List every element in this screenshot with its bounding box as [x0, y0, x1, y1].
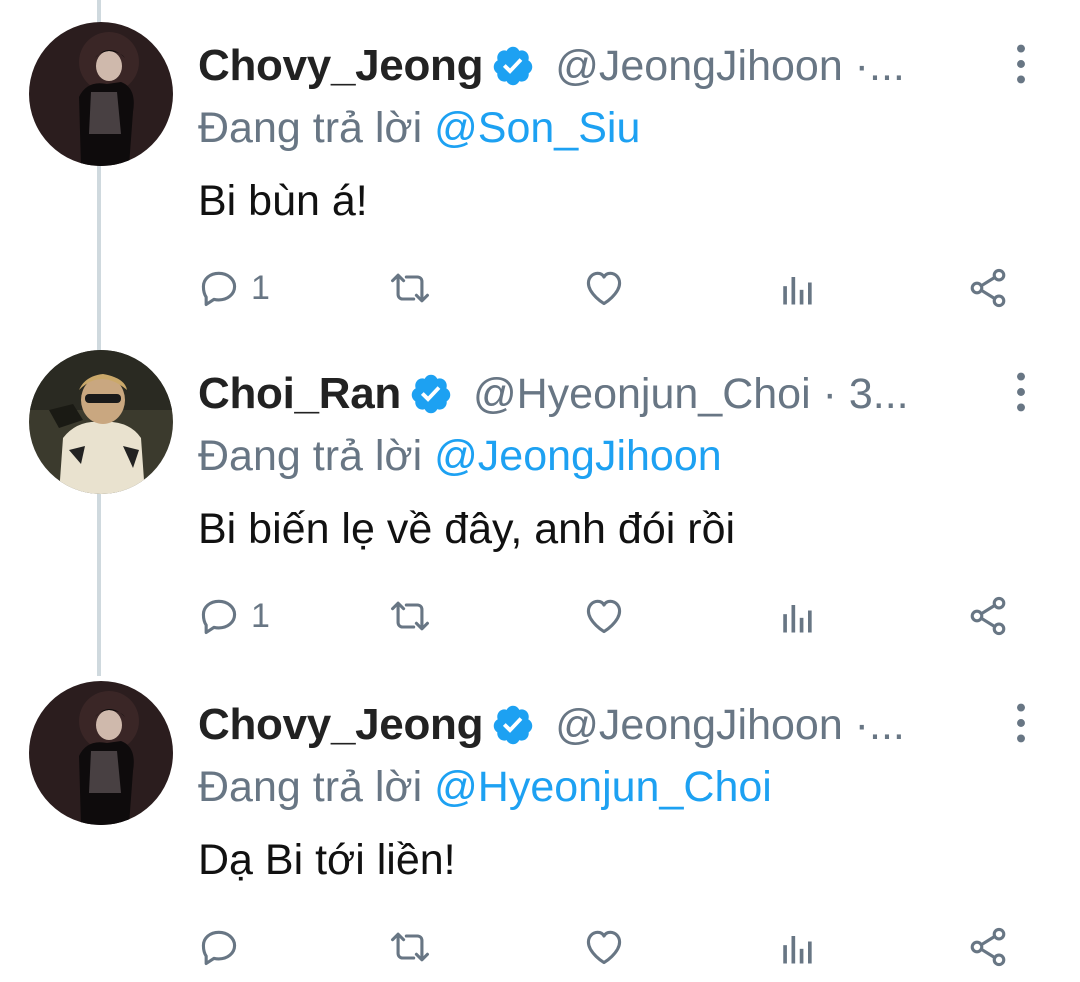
- action-bar: 1: [0, 588, 1080, 644]
- replying-to-label: Đang trả lời: [198, 432, 423, 480]
- like-icon: [582, 266, 626, 310]
- action-bar: 1: [0, 260, 1080, 316]
- retweet-icon: [388, 925, 432, 969]
- reply-count: 1: [251, 268, 270, 307]
- share-button[interactable]: [966, 260, 1010, 316]
- reply-icon: [197, 594, 241, 638]
- more-options-icon[interactable]: [1010, 370, 1032, 414]
- reply-button[interactable]: [197, 919, 251, 975]
- more-options-icon[interactable]: [1010, 701, 1032, 745]
- retweet-icon: [388, 266, 432, 310]
- display-name[interactable]: Chovy_Jeong: [198, 700, 484, 750]
- share-button[interactable]: [966, 588, 1010, 644]
- replying-to-label: Đang trả lời: [198, 763, 423, 811]
- mention-link[interactable]: @JeongJihoon: [434, 432, 722, 480]
- replying-to-label: Đang trả lời: [198, 104, 423, 152]
- replying-to: Đang trả lời @Hyeonjun_Choi: [198, 763, 772, 812]
- tweet-text: Dạ Bi tới liền!: [198, 836, 456, 884]
- reply-icon: [197, 266, 241, 310]
- handle-and-time[interactable]: @JeongJihoon ·...: [555, 701, 905, 750]
- avatar-photo-icon: [29, 22, 173, 166]
- avatar-photo-icon: [29, 350, 173, 494]
- reply-button[interactable]: 1: [197, 588, 270, 644]
- avatar-photo-icon: [29, 681, 173, 825]
- retweet-button[interactable]: [388, 260, 432, 316]
- avatar[interactable]: [29, 681, 173, 825]
- tweet-text: Bi bùn á!: [198, 177, 368, 225]
- verified-badge-icon: [491, 44, 535, 88]
- avatar[interactable]: [29, 350, 173, 494]
- analytics-button[interactable]: [775, 588, 819, 644]
- mention-link[interactable]: @Son_Siu: [434, 104, 640, 152]
- tweet-3[interactable]: Chovy_Jeong @JeongJihoon ·... Đang trả l…: [0, 681, 1080, 981]
- analytics-button[interactable]: [775, 260, 819, 316]
- share-icon: [966, 594, 1010, 638]
- share-icon: [966, 266, 1010, 310]
- like-button[interactable]: [582, 919, 626, 975]
- more-options-icon[interactable]: [1010, 42, 1032, 86]
- analytics-icon: [775, 925, 819, 969]
- share-icon: [966, 925, 1010, 969]
- retweet-button[interactable]: [388, 588, 432, 644]
- analytics-button[interactable]: [775, 919, 819, 975]
- like-button[interactable]: [582, 588, 626, 644]
- reply-icon: [197, 925, 241, 969]
- display-name[interactable]: Choi_Ran: [198, 369, 401, 419]
- like-icon: [582, 925, 626, 969]
- tweet-text: Bi biến lẹ về đây, anh đói rồi: [198, 505, 736, 553]
- replying-to: Đang trả lời @Son_Siu: [198, 104, 640, 153]
- share-button[interactable]: [966, 919, 1010, 975]
- display-name[interactable]: Chovy_Jeong: [198, 41, 484, 91]
- mention-link[interactable]: @Hyeonjun_Choi: [434, 763, 772, 811]
- action-bar: [0, 919, 1080, 975]
- tweet-1[interactable]: Chovy_Jeong @JeongJihoon ·... Đang trả l…: [0, 22, 1080, 332]
- replying-to: Đang trả lời @JeongJihoon: [198, 432, 722, 481]
- reply-button[interactable]: 1: [197, 260, 270, 316]
- retweet-button[interactable]: [388, 919, 432, 975]
- reply-count: 1: [251, 596, 270, 635]
- analytics-icon: [775, 594, 819, 638]
- verified-badge-icon: [409, 372, 453, 416]
- handle-and-time[interactable]: @Hyeonjun_Choi · 3...: [473, 370, 909, 419]
- avatar[interactable]: [29, 22, 173, 166]
- like-icon: [582, 594, 626, 638]
- like-button[interactable]: [582, 260, 626, 316]
- analytics-icon: [775, 266, 819, 310]
- tweet-2[interactable]: Choi_Ran @Hyeonjun_Choi · 3... Đang trả …: [0, 350, 1080, 660]
- verified-badge-icon: [491, 703, 535, 747]
- retweet-icon: [388, 594, 432, 638]
- handle-and-time[interactable]: @JeongJihoon ·...: [555, 42, 905, 91]
